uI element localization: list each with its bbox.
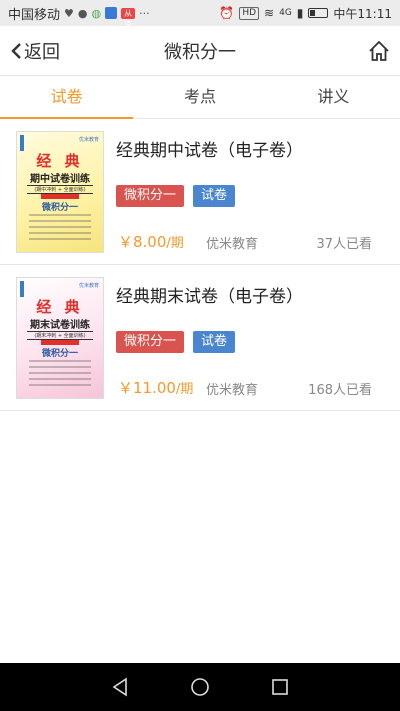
cover-text-lines [29,360,91,390]
back-button[interactable]: 返回 [10,26,60,76]
cover-publisher: 优米教育 [78,137,99,143]
publisher: 优米教育 [206,237,259,252]
wifi-icon: ≋ [264,6,275,20]
header: 返回 微积分一 [0,26,400,76]
cover-subtitle: 期末试卷训练 [30,320,90,331]
price-value: ￥11.00 [118,379,176,397]
chat-icon: ● [77,6,88,20]
list-item[interactable]: 优米教育 经 典 期中试卷训练 (期中冲刺 + 全面训练) 微积分一 经典期中试… [0,119,400,265]
recents-square-icon[interactable] [269,676,291,698]
cover-ribbon [41,340,79,345]
back-label: 返回 [24,42,60,63]
item-title: 经典期中试卷（电子卷） [116,141,303,161]
heart-icon: ♥ [64,6,74,20]
cover-tagline: (期中冲刺 + 全面训练) [27,185,93,194]
home-icon[interactable] [368,40,390,62]
cover-big-title: 经 典 [36,152,84,170]
carrier-name: 中国移动 [8,7,61,23]
tab-papers[interactable]: 试卷 [0,76,134,119]
cover-course: 微积分一 [41,349,78,359]
cover-bar [20,281,24,297]
system-nav-bar [0,663,400,711]
more-notifications: ··· [139,6,150,20]
back-triangle-icon[interactable] [109,676,131,698]
type-tag: 试卷 [193,185,236,207]
status-notification-icons: ♥ ● ◍ 从京 ··· [64,6,150,29]
price-unit: /期 [175,382,194,397]
alarm-icon: ⏰ [219,6,235,20]
cover-tagline: (期末冲刺 + 全面训练) [27,331,93,340]
cover-bar [20,135,24,151]
signal-label: 4G [279,8,292,18]
paper-list: 优米教育 经 典 期中试卷训练 (期中冲刺 + 全面训练) 微积分一 经典期中试… [0,119,400,411]
book-cover: 优米教育 经 典 期末试卷训练 (期末冲刺 + 全面训练) 微积分一 [16,277,104,399]
tab-handouts[interactable]: 讲义 [267,76,400,118]
tab-bar: 试卷 考点 讲义 [0,76,400,119]
publisher: 优米教育 [206,383,259,398]
cover-big-title: 经 典 [36,298,84,316]
price: ￥8.00/期 [118,231,184,252]
cover-course: 微积分一 [41,203,78,213]
battery-icon [308,8,329,18]
type-tag: 试卷 [193,331,236,353]
item-title: 经典期末试卷（电子卷） [116,287,303,307]
cover-ribbon [41,194,79,199]
home-circle-icon[interactable] [189,676,211,698]
price-value: ￥8.00 [118,233,167,251]
price: ￥11.00/期 [118,377,193,398]
app-icon: ◍ [91,6,102,20]
subject-tag: 微积分一 [116,331,185,353]
list-item[interactable]: 优米教育 经 典 期末试卷训练 (期末冲刺 + 全面训练) 微积分一 经典期末试… [0,265,400,411]
app-red-icon: 从京 [121,7,136,29]
page-title: 微积分一 [164,41,236,63]
status-bar: 中国移动 ♥ ● ◍ 从京 ··· ⏰ HD ≋ 4G ▮ 中午11:11 [0,0,400,29]
clock: 中午11:11 [333,6,392,21]
view-count: 37人已看 [316,237,372,252]
tab-key-points[interactable]: 考点 [133,76,266,118]
chevron-left-icon [11,43,21,59]
view-count: 168人已看 [308,383,372,398]
hd-badge: HD [239,6,260,20]
cover-publisher: 优米教育 [78,283,99,289]
cover-subtitle: 期中试卷训练 [30,174,90,185]
app-blue-icon [105,7,118,19]
price-unit: /期 [166,236,184,251]
subject-tag: 微积分一 [116,185,185,207]
signal-icon: ▮ [296,6,304,20]
book-cover: 优米教育 经 典 期中试卷训练 (期中冲刺 + 全面训练) 微积分一 [16,131,104,253]
cover-text-lines [29,214,91,244]
